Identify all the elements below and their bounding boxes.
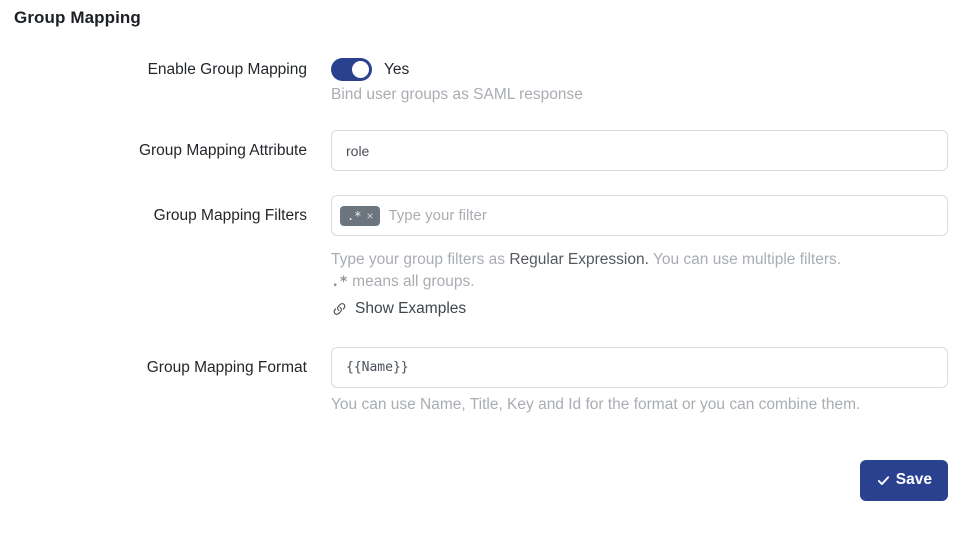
link-icon <box>331 301 348 318</box>
toggle-knob <box>352 61 369 78</box>
group-mapping-attribute-label: Group Mapping Attribute <box>14 130 307 171</box>
group-mapping-form: Enable Group Mapping Yes Bind user group… <box>14 58 948 416</box>
enable-group-mapping-control: Yes Bind user groups as SAML response <box>331 58 948 106</box>
group-mapping-page: Group Mapping Enable Group Mapping Yes B… <box>0 0 967 535</box>
group-mapping-filters-field[interactable]: .* × <box>331 195 948 236</box>
group-mapping-filters-control: .* × Type your group filters as Regular … <box>331 195 948 323</box>
filters-help-emphasis: Regular Expression. <box>509 251 649 268</box>
group-mapping-filters-label: Group Mapping Filters <box>14 195 307 323</box>
group-mapping-format-input[interactable] <box>331 347 948 388</box>
page-title: Group Mapping <box>14 8 948 28</box>
show-examples-label: Show Examples <box>355 300 466 318</box>
show-examples-link[interactable]: Show Examples <box>331 300 466 318</box>
filters-help-part2: You can use multiple filters. <box>649 251 841 268</box>
save-button-label: Save <box>896 471 932 489</box>
save-button[interactable]: Save <box>860 460 948 501</box>
group-mapping-format-label: Group Mapping Format <box>14 347 307 416</box>
remove-tag-icon[interactable]: × <box>366 210 373 222</box>
filter-tag-chip: .* × <box>340 206 380 226</box>
form-actions: Save <box>14 460 948 501</box>
filter-text-input[interactable] <box>388 207 939 224</box>
enable-help-text: Bind user groups as SAML response <box>331 84 948 106</box>
check-icon <box>876 473 891 488</box>
filters-help-part3: means all groups. <box>348 273 475 290</box>
filters-help-part1: Type your group filters as <box>331 251 509 268</box>
row-enable-group-mapping: Enable Group Mapping Yes Bind user group… <box>14 58 948 106</box>
toggle-state-label: Yes <box>384 61 409 79</box>
filter-tag-text: .* <box>347 210 361 222</box>
enable-group-mapping-label: Enable Group Mapping <box>14 58 307 106</box>
group-mapping-attribute-input[interactable] <box>331 130 948 171</box>
filters-help-code: .* <box>331 274 348 290</box>
format-help-text: You can use Name, Title, Key and Id for … <box>331 394 948 416</box>
row-group-mapping-filters: Group Mapping Filters .* × Type your gro… <box>14 195 948 323</box>
enable-group-mapping-toggle[interactable] <box>331 58 372 81</box>
row-group-mapping-attribute: Group Mapping Attribute <box>14 130 948 171</box>
filters-help-text: Type your group filters as Regular Expre… <box>331 249 948 293</box>
row-group-mapping-format: Group Mapping Format You can use Name, T… <box>14 347 948 416</box>
group-mapping-attribute-control <box>331 130 948 171</box>
group-mapping-format-control: You can use Name, Title, Key and Id for … <box>331 347 948 416</box>
